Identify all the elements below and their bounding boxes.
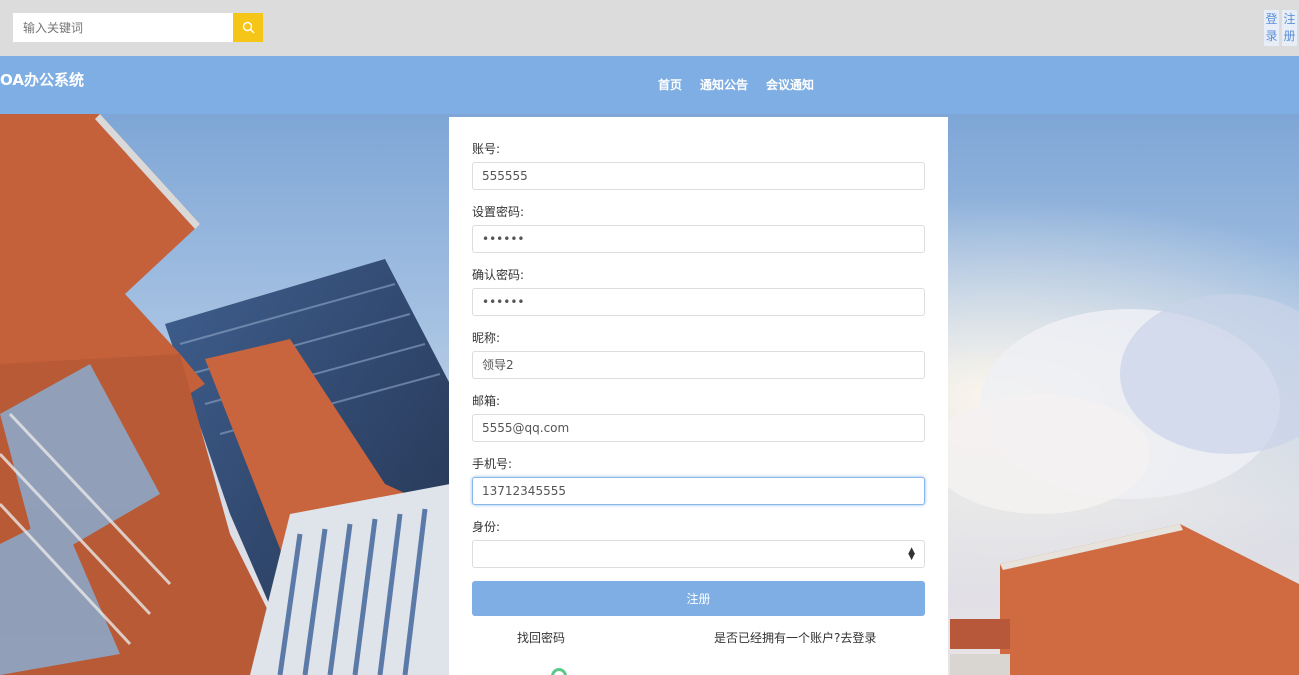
identity-label: 身份: <box>472 520 501 534</box>
login-link[interactable]: 登录 <box>1264 10 1279 46</box>
register-link[interactable]: 注册 <box>1282 10 1297 46</box>
email-input[interactable]: 5555@qq.com <box>472 414 925 442</box>
brand-title[interactable]: OA办公系统 <box>0 69 84 90</box>
nav-item-notices[interactable]: 通知公告 <box>700 76 748 93</box>
confirm-password-label: 确认密码: <box>472 268 525 282</box>
email-label: 邮箱: <box>472 394 501 408</box>
account-label: 账号: <box>472 142 501 156</box>
identity-select[interactable] <box>472 540 925 568</box>
password-field: 设置密码: •••••• <box>472 203 925 253</box>
identity-field: 身份: ▲ ▼ <box>472 518 925 568</box>
confirm-password-field: 确认密码: •••••• <box>472 266 925 316</box>
search-button[interactable] <box>233 13 263 42</box>
find-password-link[interactable]: 找回密码 <box>517 629 565 646</box>
top-bar: 登录 注册 <box>0 0 1299 56</box>
nickname-field: 昵称: 领导2 <box>472 329 925 379</box>
search-icon <box>242 21 254 34</box>
phone-field: 手机号: 13712345555 <box>472 455 925 505</box>
password-input[interactable]: •••••• <box>472 225 925 253</box>
nav-item-home[interactable]: 首页 <box>658 76 682 93</box>
nickname-input[interactable]: 领导2 <box>472 351 925 379</box>
identity-select-wrap: ▲ ▼ <box>472 540 925 568</box>
confirm-password-input[interactable]: •••••• <box>472 288 925 316</box>
nickname-label: 昵称: <box>472 331 501 345</box>
email-field: 邮箱: 5555@qq.com <box>472 392 925 442</box>
main-nav: 首页 通知公告 会议通知 <box>658 76 814 93</box>
password-label: 设置密码: <box>472 205 525 219</box>
account-field: 账号: 555555 <box>472 140 925 190</box>
phone-input[interactable]: 13712345555 <box>472 477 925 505</box>
search-input[interactable] <box>13 13 233 42</box>
register-form-panel: 账号: 555555 设置密码: •••••• 确认密码: •••••• 昵称:… <box>449 117 948 675</box>
go-login-link[interactable]: 是否已经拥有一个账户?去登录 <box>714 629 876 646</box>
form-links: 找回密码 是否已经拥有一个账户?去登录 <box>449 629 948 649</box>
phone-label: 手机号: <box>472 457 513 471</box>
account-input[interactable]: 555555 <box>472 162 925 190</box>
auth-links: 登录 注册 <box>1264 10 1297 46</box>
register-button[interactable]: 注册 <box>472 581 925 616</box>
nav-bar: OA办公系统 首页 通知公告 会议通知 <box>0 56 1299 114</box>
search-bar <box>13 13 263 42</box>
nav-item-meetings[interactable]: 会议通知 <box>766 76 814 93</box>
select-arrows-icon: ▲ ▼ <box>908 546 915 562</box>
